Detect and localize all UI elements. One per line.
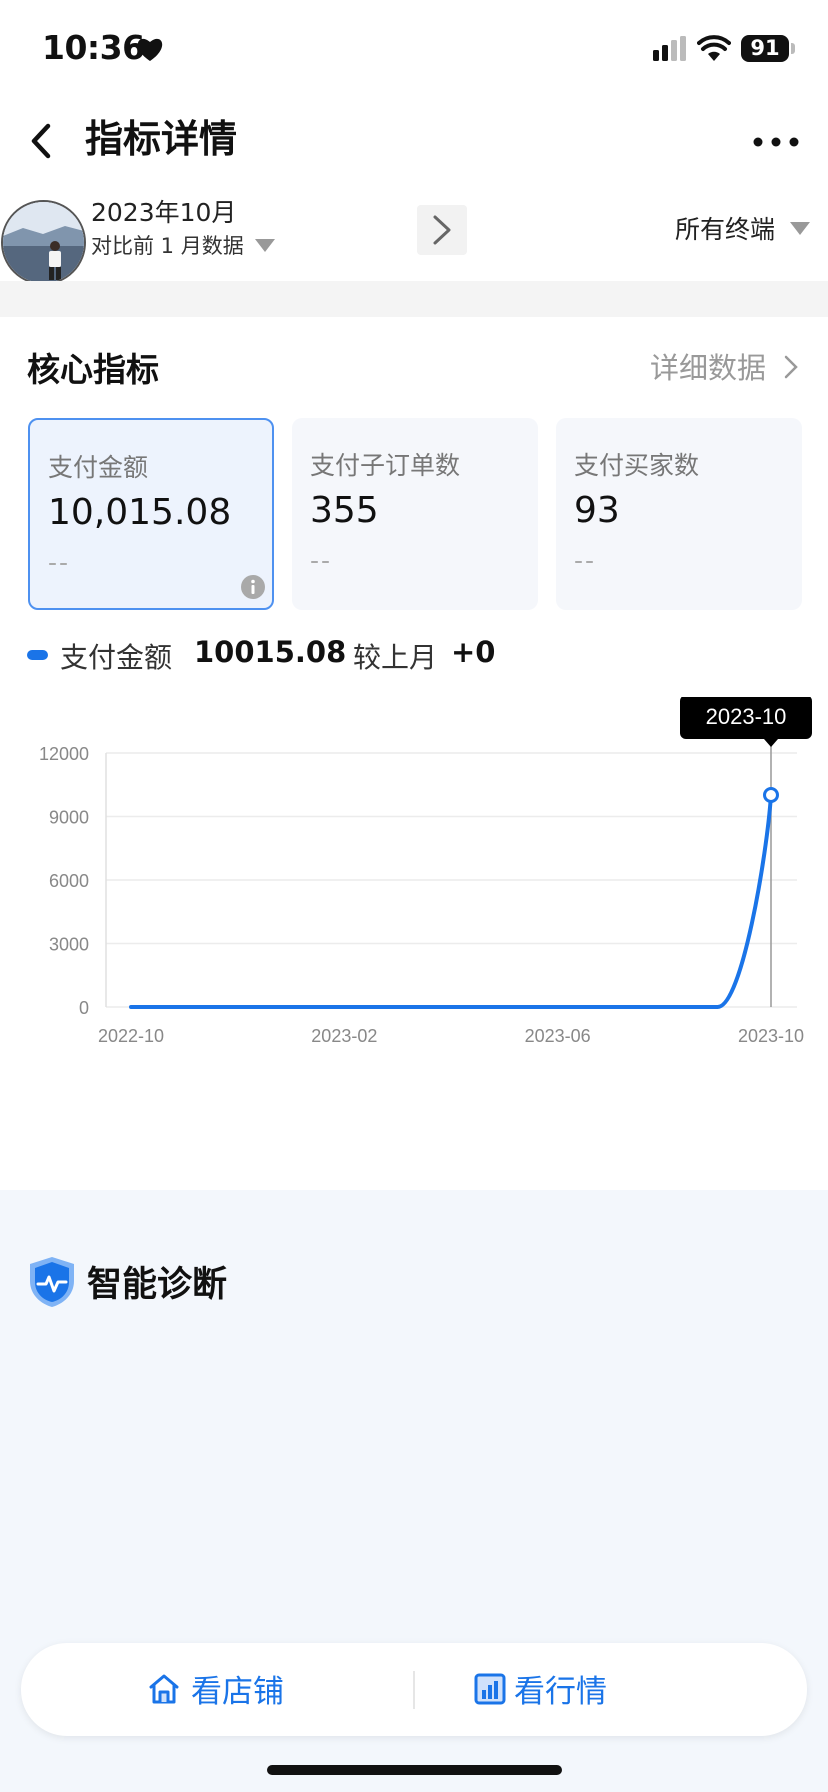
- metric-value: 355: [310, 490, 379, 531]
- legend-compare-label: 较上月: [353, 641, 438, 674]
- heart-icon: [137, 38, 163, 61]
- status-time: 10:36: [42, 28, 145, 67]
- metric-label: 支付金额: [48, 453, 149, 482]
- compare-period-select[interactable]: 对比前 1 月数据: [91, 231, 244, 261]
- home-indicator: [267, 1765, 562, 1775]
- metric-change: --: [48, 548, 71, 577]
- metric-value: 93: [574, 490, 620, 531]
- home-icon: [149, 1674, 179, 1704]
- metric-card-sub-orders[interactable]: 支付子订单数 355 --: [292, 418, 538, 610]
- bottom-action-bar: 看店铺 看行情: [21, 1643, 807, 1736]
- view-store-button[interactable]: 看店铺: [21, 1643, 413, 1736]
- nav-bar: 指标详情: [0, 100, 828, 195]
- y-tick-label: 6000: [49, 871, 89, 891]
- metric-change: --: [574, 546, 597, 575]
- metric-label: 支付买家数: [574, 451, 700, 480]
- wifi-icon: [697, 35, 731, 61]
- info-icon[interactable]: [240, 574, 266, 600]
- y-tick-label: 3000: [49, 935, 89, 955]
- next-month-button[interactable]: [417, 205, 467, 255]
- page-title: 指标详情: [85, 117, 238, 161]
- terminal-select[interactable]: 所有终端: [675, 210, 775, 246]
- back-arrow-icon[interactable]: [22, 116, 62, 166]
- status-bar: 10:36 91: [0, 0, 828, 100]
- y-tick-label: 0: [79, 998, 89, 1018]
- metric-value: 10,015.08: [48, 492, 232, 533]
- battery-tip: [791, 43, 795, 54]
- metric-change: --: [310, 546, 333, 575]
- y-tick-label: 9000: [49, 808, 89, 828]
- shield-pulse-icon: [30, 1257, 74, 1307]
- legend-series-name: 支付金额: [60, 641, 173, 674]
- avatar[interactable]: [1, 200, 86, 285]
- legend-value: 10015.08: [194, 635, 347, 669]
- caret-down-icon: [255, 239, 275, 252]
- view-market-label: 看行情: [514, 1674, 607, 1710]
- filter-bar: 2023年10月 对比前 1 月数据 所有终端: [0, 195, 828, 285]
- legend-swatch: [27, 650, 48, 660]
- metric-label: 支付子订单数: [310, 451, 461, 480]
- battery-indicator: 91: [741, 35, 789, 62]
- diagnosis-title: 智能诊断: [87, 1265, 228, 1305]
- x-tick-label: 2023-02: [311, 1026, 377, 1046]
- y-tick-label: 12000: [39, 744, 89, 764]
- metric-card-payment-amount[interactable]: 支付金额 10,015.08 --: [28, 418, 274, 610]
- section-title: 核心指标: [27, 350, 159, 389]
- tooltip-label: 2023-10: [706, 704, 787, 729]
- x-tick-label: 2022-10: [98, 1026, 164, 1046]
- x-tick-label: 2023-06: [525, 1026, 591, 1046]
- metric-card-buyers[interactable]: 支付买家数 93 --: [556, 418, 802, 610]
- legend-compare-value: +0: [451, 635, 496, 669]
- section-gap: [0, 281, 828, 317]
- core-metrics-panel: 核心指标 详细数据 支付金额 10,015.08 -- 支付子订单数 355 -…: [0, 317, 828, 1190]
- more-icon[interactable]: [752, 122, 800, 162]
- series-line: [129, 793, 773, 1009]
- filter-date[interactable]: 2023年10月: [91, 195, 236, 231]
- signal-icon: [653, 36, 686, 61]
- trend-line-chart[interactable]: 0 3000 6000 9000 12000 2022-10 2023-02 2023-06 2…: [0, 697, 828, 1117]
- tooltip-pointer: [764, 739, 778, 747]
- avatar-image: [3, 202, 84, 283]
- chevron-right-icon: [784, 355, 798, 379]
- view-market-button[interactable]: 看行情: [415, 1643, 807, 1736]
- x-tick-label: 2023-10: [738, 1026, 804, 1046]
- data-point-marker: [763, 787, 779, 804]
- detail-data-link[interactable]: 详细数据: [650, 345, 766, 387]
- chart-icon: [474, 1673, 506, 1705]
- view-store-label: 看店铺: [191, 1674, 284, 1710]
- caret-down-icon: [790, 222, 810, 235]
